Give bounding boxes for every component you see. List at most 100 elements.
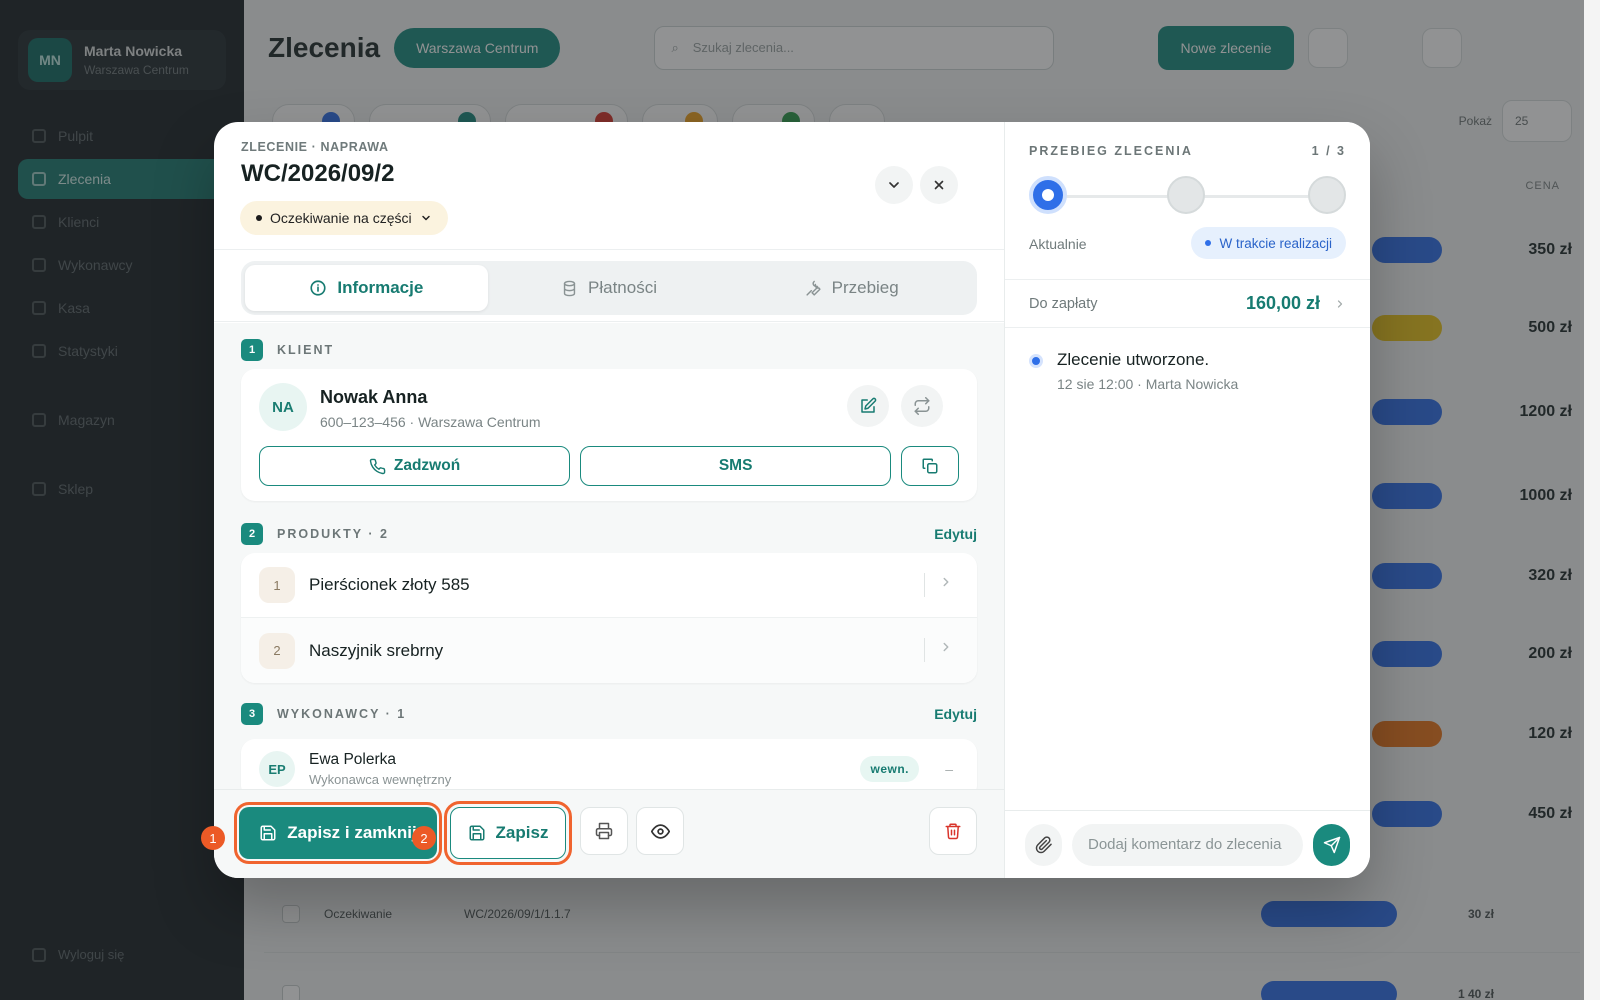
chevron-down-icon bbox=[421, 215, 430, 221]
sms-label: SMS bbox=[718, 457, 753, 474]
order-modal: ZLECENIE · NAPRAWA WC/2026/09/2 Oczekiwa… bbox=[214, 122, 1370, 878]
save-icon bbox=[469, 825, 485, 841]
tabs-bar: Informacje Płatności Przebieg bbox=[214, 251, 1004, 322]
progress-section: PRZEBIEG ZLECENIA 1 / 3 Aktualnie W trak… bbox=[1005, 122, 1370, 280]
save-label: Zapisz bbox=[495, 823, 549, 842]
eye-icon bbox=[650, 823, 670, 839]
send-button[interactable] bbox=[1313, 823, 1350, 866]
attach-button[interactable] bbox=[1025, 823, 1062, 866]
step-counter: 1 / 3 bbox=[1311, 144, 1346, 158]
chevron-right-icon bbox=[1337, 299, 1343, 308]
amount-due-value: 160,00 zł bbox=[1245, 293, 1320, 313]
scrollbar-track[interactable] bbox=[1584, 0, 1600, 1000]
timeline-title: PRZEBIEG ZLECENIA bbox=[1029, 144, 1193, 158]
section-number: 3 bbox=[241, 703, 263, 725]
progress-stepper bbox=[1029, 176, 1346, 216]
details-scroll-area[interactable]: 1 KLIENT NA Nowak Anna 600–123–456 · War… bbox=[214, 323, 1004, 789]
close-icon bbox=[934, 180, 944, 190]
sms-button[interactable]: SMS bbox=[580, 446, 892, 486]
collapse-button[interactable] bbox=[875, 166, 913, 204]
edit-icon bbox=[861, 397, 877, 413]
tab-informacje[interactable]: Informacje bbox=[245, 265, 488, 311]
step-marker-1: 1 bbox=[201, 826, 225, 850]
amount-due-label: Do zapłaty bbox=[1029, 295, 1098, 312]
step-2[interactable] bbox=[1167, 176, 1205, 214]
info-icon bbox=[310, 280, 326, 296]
section-title: WYKONAWCY · 1 bbox=[277, 707, 407, 721]
tab-przebieg[interactable]: Przebieg bbox=[730, 265, 973, 311]
timeline-panel: PRZEBIEG ZLECENIA 1 / 3 Aktualnie W trak… bbox=[1005, 122, 1370, 878]
tabs: Informacje Płatności Przebieg bbox=[241, 261, 977, 315]
printer-icon bbox=[595, 822, 613, 840]
save-and-close-button[interactable]: Zapisz i zamknij bbox=[234, 802, 442, 864]
order-details-panel: ZLECENIE · NAPRAWA WC/2026/09/2 Oczekiwa… bbox=[214, 122, 1005, 878]
section-title: PRODUKTY · 2 bbox=[277, 527, 389, 541]
worker-role: Wykonawca wewnętrzny bbox=[309, 772, 452, 787]
swap-icon bbox=[914, 397, 930, 415]
wrench-icon bbox=[806, 280, 821, 296]
status-dropdown[interactable]: Oczekiwanie na części bbox=[240, 201, 448, 235]
comment-bar bbox=[1005, 810, 1370, 878]
worker-name: Ewa Polerka bbox=[309, 751, 397, 768]
order-number: WC/2026/09/2 bbox=[241, 160, 395, 187]
status-dot-icon bbox=[1205, 240, 1212, 246]
send-icon bbox=[1323, 836, 1340, 853]
client-actions: Zadzwoń SMS bbox=[259, 446, 959, 486]
tab-label: Przebieg bbox=[831, 278, 899, 297]
product-row[interactable]: 1 Pierścionek złoty 585 bbox=[241, 553, 977, 618]
amount-due-row[interactable]: Do zapłaty 160,00 zł bbox=[1005, 280, 1370, 328]
close-button[interactable] bbox=[920, 166, 958, 204]
event-title: Zlecenie utworzone. bbox=[1057, 350, 1210, 369]
worker-type-badge: wewn. bbox=[860, 756, 919, 782]
product-row[interactable]: 2 Naszyjnik srebrny bbox=[241, 618, 977, 683]
modal-footer: Zapisz i zamknij Zapisz bbox=[214, 789, 1004, 878]
step-1[interactable] bbox=[1029, 176, 1067, 214]
step-3[interactable] bbox=[1308, 176, 1346, 214]
copy-button[interactable] bbox=[901, 446, 959, 486]
chevron-right-icon bbox=[943, 642, 949, 652]
product-number: 2 bbox=[259, 632, 295, 669]
event-meta: 12 sie 12:00 · Marta Nowicka bbox=[1057, 376, 1239, 392]
copy-icon bbox=[922, 458, 938, 474]
section-workers-header: 3 WYKONAWCY · 1 Edytuj bbox=[241, 695, 977, 733]
tab-platnosci[interactable]: Płatności bbox=[488, 265, 731, 311]
call-button[interactable]: Zadzwoń bbox=[259, 446, 571, 486]
edit-workers-link[interactable]: Edytuj bbox=[934, 706, 977, 722]
products-card: 1 Pierścionek złoty 585 2 Naszyjnik sreb… bbox=[241, 553, 977, 683]
paperclip-icon bbox=[1035, 835, 1052, 853]
current-label: Aktualnie bbox=[1029, 236, 1087, 252]
chevron-right-icon bbox=[943, 577, 949, 587]
product-number: 1 bbox=[259, 567, 295, 603]
section-products-header: 2 PRODUKTY · 2 Edytuj bbox=[241, 515, 977, 553]
modal-header: ZLECENIE · NAPRAWA WC/2026/09/2 Oczekiwa… bbox=[214, 122, 1004, 250]
edit-client-button[interactable] bbox=[847, 385, 889, 427]
avatar: NA bbox=[259, 383, 307, 431]
chevron-down-icon bbox=[889, 182, 899, 188]
avatar: EP bbox=[259, 751, 295, 787]
worker-row[interactable]: EP Ewa Polerka Wykonawca wewnętrzny wewn… bbox=[241, 739, 977, 789]
edit-products-link[interactable]: Edytuj bbox=[934, 526, 977, 542]
section-number: 1 bbox=[241, 339, 263, 361]
save-and-close-label: Zapisz i zamknij bbox=[287, 823, 417, 842]
order-eyebrow: ZLECENIE · NAPRAWA bbox=[241, 140, 389, 154]
section-title: KLIENT bbox=[277, 343, 335, 357]
client-name: Nowak Anna bbox=[320, 387, 428, 407]
client-meta: 600–123–456 · Warszawa Centrum bbox=[320, 414, 541, 430]
step-marker-2: 2 bbox=[412, 826, 436, 850]
call-label: Zadzwoń bbox=[393, 457, 461, 474]
tab-label: Informacje bbox=[337, 278, 424, 297]
product-name: Naszyjnik srebrny bbox=[309, 640, 444, 660]
preview-button[interactable] bbox=[636, 807, 684, 855]
save-button[interactable]: Zapisz bbox=[444, 801, 572, 865]
comment-input[interactable] bbox=[1072, 823, 1303, 866]
product-name: Pierścionek złoty 585 bbox=[309, 575, 470, 594]
delete-button[interactable] bbox=[929, 807, 977, 855]
event-dot-icon bbox=[1029, 354, 1043, 368]
current-status-badge: W trakcie realizacji bbox=[1191, 227, 1346, 259]
print-button[interactable] bbox=[580, 807, 628, 855]
swap-client-button[interactable] bbox=[901, 385, 943, 427]
timeline-event: Zlecenie utworzone. 12 sie 12:00 · Marta… bbox=[1029, 350, 1238, 392]
trash-icon bbox=[945, 823, 961, 840]
client-card: NA Nowak Anna 600–123–456 · Warszawa Cen… bbox=[241, 369, 977, 501]
tab-label: Płatności bbox=[588, 278, 657, 297]
